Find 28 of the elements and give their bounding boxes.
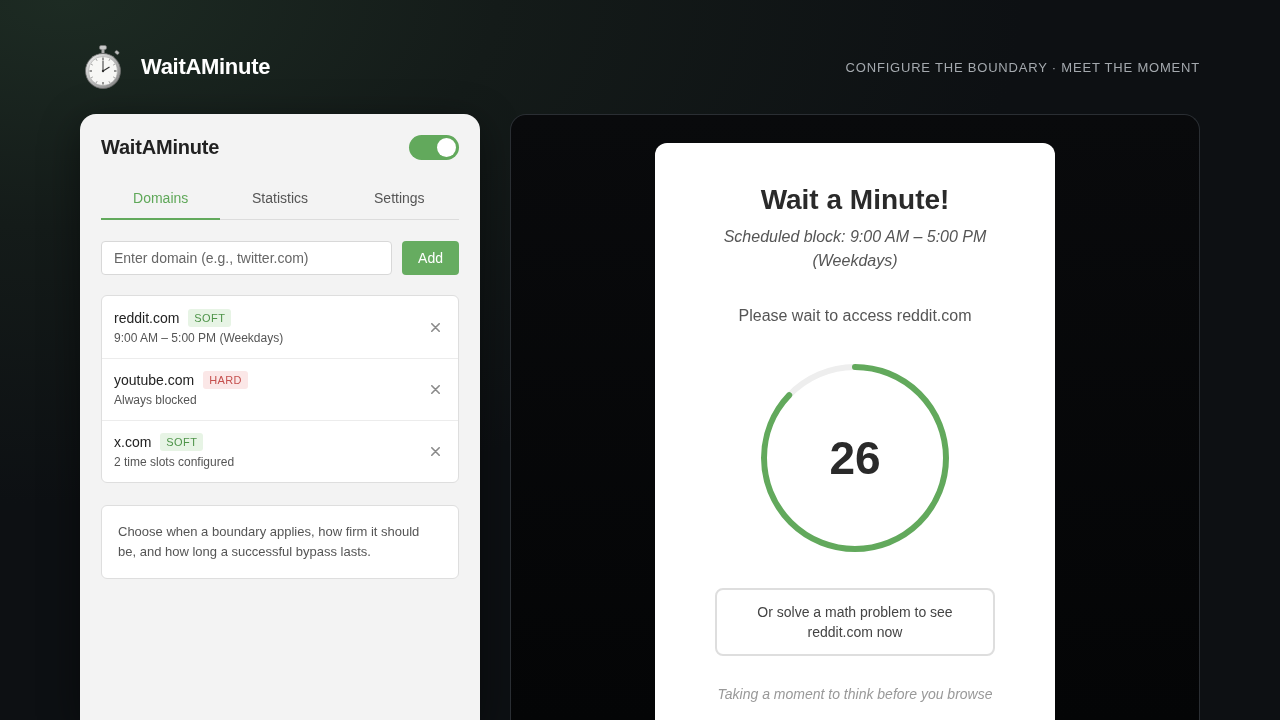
enable-toggle[interactable]	[409, 135, 459, 160]
remove-icon[interactable]	[431, 323, 440, 332]
tab[interactable]: Settings	[339, 178, 459, 220]
block-title: Wait a Minute!	[759, 183, 951, 217]
domain-schedule: 9:00 AM – 5:00 PM (Weekdays)	[114, 330, 285, 346]
domain-name: x.com	[114, 433, 152, 451]
domain-schedule: 2 time slots configured	[114, 454, 236, 470]
stopwatch-icon	[82, 45, 124, 89]
remaining-arc	[786, 364, 856, 398]
schedule-text: Scheduled block: 9:00 AM – 5:00 PM (Weekdays)	[722, 227, 988, 271]
remove-icon[interactable]	[431, 447, 440, 456]
mode-tag: HARD	[203, 371, 248, 389]
mode-tag: SOFT	[188, 309, 232, 327]
domain-name: youtube.com	[114, 371, 195, 389]
footer-note: Taking a moment to think before you browse	[716, 685, 994, 704]
domain-name: reddit.com	[114, 309, 180, 327]
countdown-number: 26	[829, 432, 881, 484]
domain-schedule: Always blocked	[114, 392, 198, 408]
popup-title: WaitAMinute	[101, 136, 220, 159]
info-text: Choose when a boundary applies, how firm it should be, and how long a successful bypass lasts.	[101, 505, 459, 579]
app-name: WaitAMinute	[141, 54, 271, 80]
remove-icon[interactable]	[431, 385, 440, 394]
tab[interactable]: Statistics	[220, 178, 340, 220]
tagline: CONFIGURE THE BOUNDARY · MEET THE MOMENT	[845, 59, 1200, 75]
domain-input[interactable]: Enter domain (e.g., twitter.com)	[101, 241, 393, 275]
wait-message: Please wait to access reddit.com	[737, 306, 973, 326]
math-challenge-button[interactable]: Or solve a math problem to see reddit.com now	[715, 588, 995, 656]
mode-tag: SOFT	[160, 433, 204, 451]
